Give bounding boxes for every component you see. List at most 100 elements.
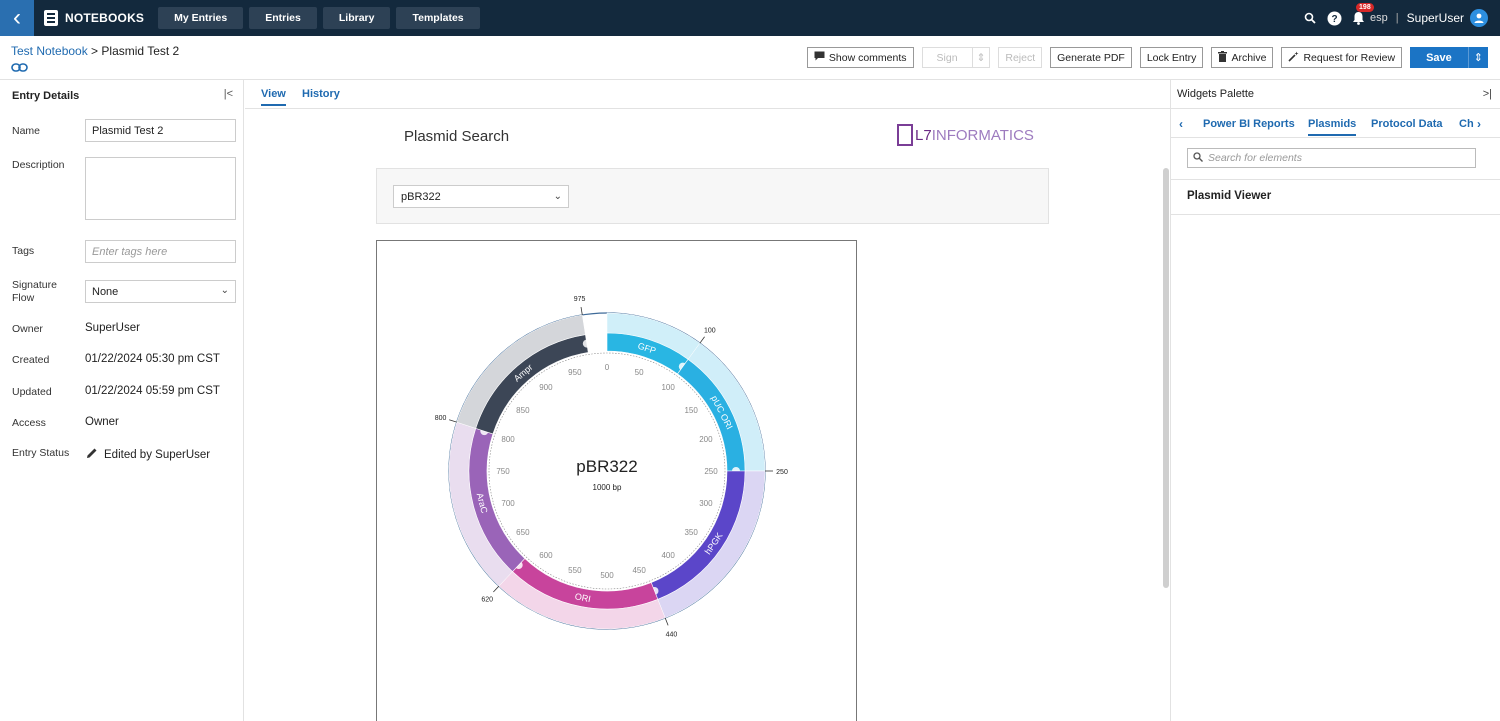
signature-flow-label: Signature Flow: [12, 279, 57, 304]
tab-protocol-data[interactable]: Protocol Data: [1371, 118, 1443, 130]
l7-informatics-logo: L7 INFORMATICS: [897, 124, 1034, 146]
nav-my-entries[interactable]: My Entries: [158, 7, 244, 29]
tab-view[interactable]: View: [261, 88, 286, 106]
collapse-left-icon[interactable]: |<: [224, 88, 233, 100]
pencil-icon: [86, 447, 98, 462]
inner-tick-label: 100: [661, 383, 675, 392]
tab-history[interactable]: History: [302, 88, 340, 100]
inner-tick-label: 400: [661, 551, 675, 560]
show-comments-button[interactable]: Show comments: [806, 47, 914, 68]
sign-label: Sign: [936, 51, 958, 64]
sign-dropdown-caret-icon[interactable]: ⇕: [971, 48, 990, 67]
nav-templates[interactable]: Templates: [396, 7, 480, 29]
outer-tick: [449, 419, 457, 423]
entry-details-title: Entry Details: [12, 90, 80, 102]
save-button-group: Save ⇕: [1410, 47, 1488, 68]
magic-wand-icon: [1288, 51, 1299, 65]
palette-search-input[interactable]: Search for elements: [1187, 148, 1476, 168]
nav-entries[interactable]: Entries: [249, 7, 317, 29]
notification-badge: 198: [1356, 3, 1374, 12]
chevron-down-icon: ⌄: [220, 285, 229, 296]
plasmid-select-value: pBR322: [401, 190, 441, 203]
app-brand[interactable]: NOTEBOOKS: [44, 10, 144, 26]
inner-tick-label: 850: [516, 406, 530, 415]
chevron-left-icon[interactable]: ‹: [1179, 117, 1183, 131]
tab-plasmids[interactable]: Plasmids: [1308, 118, 1357, 136]
entry-status-text: Edited by SuperUser: [104, 448, 211, 461]
show-comments-label: Show comments: [828, 51, 907, 64]
inner-tick-label: 650: [516, 528, 530, 537]
request-review-button[interactable]: Request for Review: [1281, 47, 1403, 68]
logo-l7-text: L7: [915, 126, 932, 144]
outer-tick: [699, 336, 705, 344]
back-chevron-icon[interactable]: ‹: [0, 0, 34, 36]
breadcrumb-entry: Plasmid Test 2: [101, 44, 180, 58]
nav-library[interactable]: Library: [322, 7, 391, 29]
language-selector[interactable]: esp: [1370, 12, 1388, 24]
collapse-right-icon[interactable]: >|: [1483, 88, 1492, 100]
archive-button[interactable]: Archive: [1211, 47, 1274, 68]
request-review-label: Request for Review: [1303, 51, 1396, 64]
link-icon[interactable]: [11, 60, 28, 75]
search-icon[interactable]: [1302, 10, 1318, 26]
outer-tick-label: 800: [435, 415, 447, 422]
owner-label: Owner: [12, 323, 43, 335]
widgets-palette-panel: Widgets Palette >| ‹ Power BI Reports Pl…: [1170, 80, 1500, 721]
save-dropdown-caret-icon[interactable]: ⇕: [1467, 47, 1488, 68]
lock-entry-button[interactable]: Lock Entry: [1139, 47, 1204, 68]
description-textarea[interactable]: [85, 157, 236, 220]
entry-header: Test Notebook > Plasmid Test 2 Show comm…: [0, 36, 1500, 80]
inner-tick-label: 750: [496, 467, 510, 476]
inner-tick-label: 900: [539, 383, 553, 392]
inner-tick-label: 500: [600, 571, 614, 580]
help-icon[interactable]: ?: [1326, 10, 1342, 26]
outer-tick-label: 250: [776, 469, 788, 476]
inner-tick-label: 250: [704, 467, 718, 476]
created-label: Created: [12, 354, 50, 366]
entry-status-label: Entry Status: [12, 447, 70, 459]
entry-content: View History Plasmid Search L7 INFORMATIC…: [245, 80, 1170, 721]
search-icon: [1193, 152, 1203, 165]
name-label: Name: [12, 125, 41, 137]
outer-tick-label: 100: [704, 327, 716, 334]
tab-power-bi-reports[interactable]: Power BI Reports: [1203, 118, 1295, 130]
breadcrumb-notebook-link[interactable]: Test Notebook: [11, 44, 88, 58]
breadcrumb: Test Notebook > Plasmid Test 2: [11, 44, 179, 58]
user-name[interactable]: SuperUser: [1407, 11, 1464, 25]
user-avatar-icon[interactable]: [1470, 9, 1488, 27]
comment-icon: [814, 51, 825, 64]
feature-arrow-icon: [582, 339, 591, 348]
tags-label: Tags: [12, 245, 35, 257]
inner-tick-label: 200: [699, 435, 713, 444]
bell-icon[interactable]: 198: [1350, 3, 1374, 26]
widgets-palette-title: Widgets Palette: [1177, 88, 1255, 100]
inner-tick-label: 50: [635, 368, 644, 377]
plasmid-length: 1000 bp: [593, 483, 622, 492]
tags-input[interactable]: Enter tags here: [85, 240, 236, 263]
tab-ch[interactable]: Ch: [1459, 118, 1474, 130]
logo-informatics-text: INFORMATICS: [931, 126, 1034, 144]
archive-label: Archive: [1231, 51, 1267, 64]
palette-tabs: ‹ Power BI Reports Plasmids Protocol Dat…: [1171, 108, 1500, 138]
signature-flow-value: None: [92, 285, 119, 298]
content-scrollbar[interactable]: [1163, 168, 1169, 588]
top-nav-bar: ‹ NOTEBOOKS My Entries Entries Library T…: [0, 0, 1500, 36]
entry-details-panel: Entry Details |< Name Plasmid Test 2 Des…: [0, 80, 244, 721]
plasmid-map[interactable]: GFPpUC ORIhPGKORIAraCAmpr 050100150200250…: [377, 241, 856, 721]
access-label: Access: [12, 417, 46, 429]
generate-pdf-button[interactable]: Generate PDF: [1050, 47, 1132, 68]
breadcrumb-separator: >: [87, 44, 102, 58]
reject-button[interactable]: Reject: [998, 47, 1043, 68]
signature-flow-select[interactable]: None ⌄: [85, 280, 236, 303]
chevron-right-icon[interactable]: ›: [1477, 117, 1481, 131]
outer-tick: [580, 306, 583, 316]
chevron-down-icon: ⌄: [553, 191, 562, 202]
divider: |: [1395, 12, 1399, 24]
plasmid-select[interactable]: pBR322 ⌄: [393, 185, 569, 208]
plasmid-viewer-widget[interactable]: Plasmid Viewer: [1187, 190, 1271, 202]
sign-button[interactable]: Sign ⇕: [921, 47, 991, 68]
plasmid-viewer: GFP pUC ORI hPGK ORI AraC Ampr 0 50 100 150 200 250…: [376, 240, 857, 721]
save-button[interactable]: Save: [1410, 47, 1468, 68]
name-input[interactable]: Plasmid Test 2: [85, 119, 236, 142]
inner-tick-label: 350: [684, 528, 698, 537]
